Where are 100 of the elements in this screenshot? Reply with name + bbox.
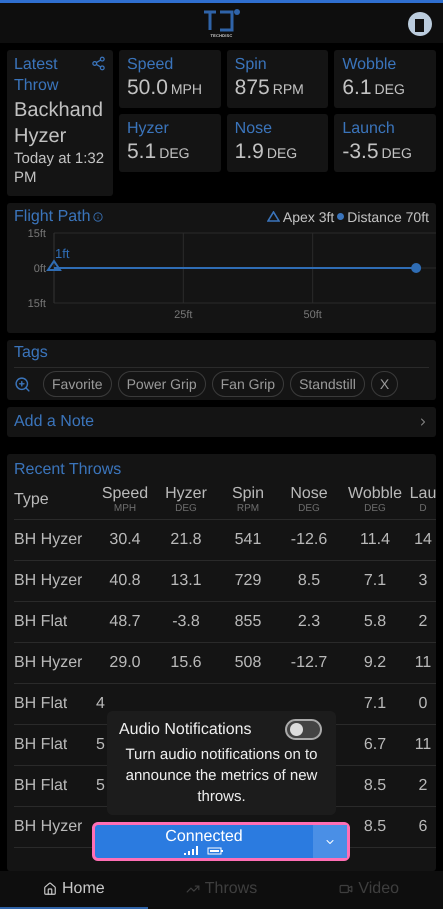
video-icon — [339, 882, 354, 896]
column-unit: MPH — [114, 503, 136, 514]
apex-marker — [46, 260, 62, 272]
table-cell: 14 — [414, 530, 432, 549]
apex-legend: Apex 3ft — [282, 208, 334, 226]
table-cell: -3.8 — [172, 612, 200, 631]
axis-label: 50ft — [303, 309, 322, 322]
column-header: Type — [14, 490, 49, 509]
table-cell: 8.5 — [364, 818, 386, 836]
table-cell: 29.0 — [109, 654, 141, 672]
table-cell: 21.8 — [170, 530, 202, 549]
column-unit: RPM — [236, 503, 260, 514]
table-cell: 40.8 — [109, 572, 141, 590]
column-header: Wobble — [348, 485, 402, 504]
column-unit: DEG — [175, 503, 197, 514]
audio-toggle[interactable] — [285, 719, 322, 740]
table-cell: 729 — [234, 572, 262, 590]
column-header: Speed — [102, 485, 148, 504]
table-cell: 2 — [418, 612, 428, 631]
column-unit: DEG — [298, 503, 320, 514]
column-header: Nose — [290, 485, 328, 504]
metric-value: 875 RPM — [234, 76, 305, 100]
table-cell: BH Flat — [14, 736, 68, 754]
column-unit: D — [419, 503, 427, 514]
metric-label: Hyzer — [127, 119, 170, 139]
table-cell: 8.5 — [298, 572, 320, 590]
table-cell: 11.4 — [360, 530, 390, 549]
card-title: Recent Throws — [14, 460, 122, 480]
table-cell: 5 — [96, 776, 105, 795]
column-header: Hyzer — [165, 485, 207, 504]
avatar-icon[interactable] — [407, 11, 433, 37]
table-cell: 5 — [96, 736, 105, 754]
table-cell: -12.6 — [290, 530, 328, 549]
search-icon[interactable] — [14, 376, 31, 393]
card-title: Flight Path — [14, 206, 90, 227]
table-cell: BH Flat — [14, 694, 68, 713]
tag-chip[interactable]: Fan Grip — [212, 371, 284, 398]
column-header: Spin — [232, 485, 264, 504]
signal-battery-icon — [184, 846, 224, 855]
add-note-row[interactable]: Add a Note — [7, 407, 436, 438]
metric-label: Wobble — [342, 55, 398, 75]
table-cell: 855 — [234, 612, 262, 631]
tag-chip[interactable]: Standstill — [290, 371, 365, 398]
table-cell: 2.3 — [298, 612, 320, 631]
metric-label: Nose — [234, 119, 274, 139]
triangle-icon — [266, 211, 280, 222]
share-icon[interactable] — [91, 56, 106, 71]
table-cell: 11 — [414, 654, 432, 672]
home-icon — [42, 882, 57, 896]
metric-value: -3.5 DEG — [342, 140, 413, 164]
column-header: Lau — [410, 485, 436, 504]
table-cell: 8.5 — [364, 776, 386, 795]
table-cell: 3 — [418, 572, 428, 590]
table-cell: 30.4 — [109, 530, 141, 549]
axis-label: 15ft — [28, 228, 46, 240]
tag-chip[interactable]: Favorite — [43, 371, 112, 398]
table-cell: 6.7 — [364, 736, 386, 754]
table-cell: 13.1 — [170, 572, 202, 590]
metric-value: 50.0 MPH — [127, 76, 203, 100]
metric-value: 5.1 DEG — [127, 140, 191, 164]
table-cell: BH Hyzer — [14, 572, 82, 590]
axis-label: 25ft — [174, 309, 193, 322]
dot-icon — [337, 213, 344, 220]
metric-value: 6.1 DEG — [342, 76, 406, 100]
table-cell: 541 — [234, 530, 262, 549]
table-cell: 508 — [234, 654, 262, 672]
table-cell: BH Flat — [14, 776, 68, 795]
metric-label: Spin — [234, 55, 268, 75]
table-cell: 7.1 — [364, 694, 386, 713]
table-cell: 4 — [96, 694, 105, 713]
metric-value: 1.9 DEG — [234, 140, 298, 164]
table-cell: 48.7 — [109, 612, 141, 631]
table-cell: BH Hyzer — [14, 530, 82, 549]
throw-type: Backhand Hyzer — [14, 98, 104, 149]
tag-chip[interactable]: X — [370, 371, 398, 398]
throw-time: Today at 1:32 PM — [14, 148, 106, 188]
table-cell: 0 — [418, 694, 428, 713]
table-cell: 6 — [418, 818, 428, 836]
table-cell: 7.1 — [364, 572, 386, 590]
column-unit: DEG — [364, 503, 386, 514]
info-icon[interactable] — [93, 212, 104, 222]
logo-icon — [202, 8, 242, 32]
table-cell: 11 — [414, 736, 432, 754]
table-cell: 5.8 — [364, 612, 386, 631]
popup-text: Turn audio notifications on to announce the metrics of new throws. — [124, 745, 319, 807]
apex-label: 1ft — [55, 246, 70, 262]
card-title: Tags — [14, 343, 429, 368]
distance-legend: Distance 70ft — [347, 208, 429, 226]
axis-label: 15ft — [28, 298, 46, 310]
table-cell: BH Flat — [14, 612, 68, 631]
tag-chip[interactable]: Power Grip — [118, 371, 206, 398]
card-title: Latest Throw — [14, 55, 60, 96]
axis-label: 0ft — [34, 263, 46, 276]
metric-label: Speed — [127, 55, 174, 75]
table-cell: BH Hyzer — [14, 654, 82, 672]
table-cell: BH Hyzer — [14, 818, 82, 836]
nav-tab[interactable]: Home — [0, 871, 148, 909]
metric-label: Launch — [342, 119, 396, 139]
table-cell: 9.2 — [364, 654, 386, 672]
table-cell: 15.6 — [170, 654, 202, 672]
